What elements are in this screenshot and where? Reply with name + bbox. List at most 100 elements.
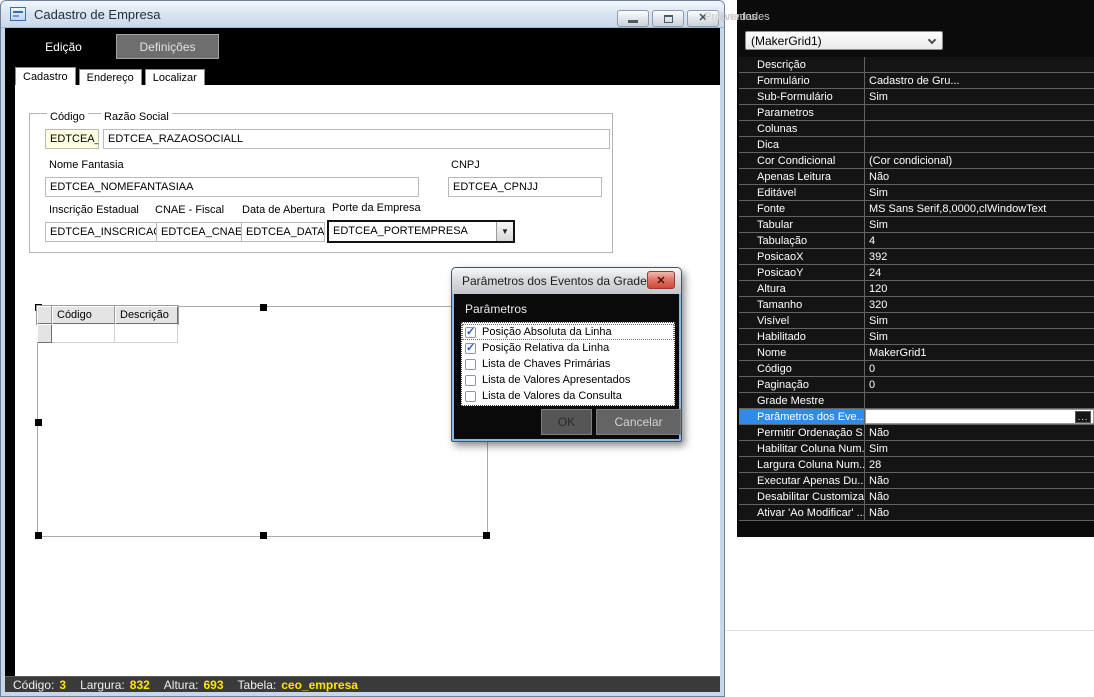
- property-value-cell[interactable]: ...: [865, 409, 1094, 424]
- property-row[interactable]: Nome MakerGrid1 ...: [739, 345, 1094, 361]
- property-row[interactable]: Formulário Cadastro de Gru... ...: [739, 73, 1094, 89]
- property-name-cell[interactable]: Visível: [739, 313, 865, 328]
- property-row[interactable]: Tabular Sim ...: [739, 217, 1094, 233]
- property-row[interactable]: Parâmetros dos Eve... ...: [739, 409, 1094, 425]
- property-name-cell[interactable]: Formulário: [739, 73, 865, 88]
- property-value-cell[interactable]: ...: [865, 57, 1094, 72]
- parameter-option[interactable]: Lista de Valores da Consulta: [462, 388, 674, 404]
- property-value-cell[interactable]: (Cor condicional) ...: [865, 153, 1094, 168]
- page-tab[interactable]: Cadastro: [15, 67, 76, 85]
- property-name-cell[interactable]: Habilitado: [739, 329, 865, 344]
- cancel-button[interactable]: Cancelar: [596, 409, 681, 435]
- property-row[interactable]: Descrição ...: [739, 57, 1094, 73]
- property-value-cell[interactable]: 4 ...: [865, 233, 1094, 248]
- property-value-cell[interactable]: Sim ...: [865, 329, 1094, 344]
- property-row[interactable]: Fonte MS Sans Serif,8,0000,clWindowText …: [739, 201, 1094, 217]
- minimize-button[interactable]: [617, 10, 649, 27]
- grid-cell[interactable]: [115, 324, 178, 343]
- parameter-option[interactable]: Lista de Valores Apresentados: [462, 372, 674, 388]
- property-value-cell[interactable]: 24 ...: [865, 265, 1094, 280]
- grid-column-header[interactable]: Código: [52, 306, 115, 324]
- property-row[interactable]: Habilitado Sim ...: [739, 329, 1094, 345]
- selection-handle-se[interactable]: [483, 532, 490, 539]
- property-row[interactable]: PosicaoY 24 ...: [739, 265, 1094, 281]
- dialog-close-button[interactable]: ✕: [647, 271, 675, 289]
- property-value-cell[interactable]: 0 ...: [865, 361, 1094, 376]
- property-value-cell[interactable]: Sim ...: [865, 217, 1094, 232]
- property-row[interactable]: Código 0 ...: [739, 361, 1094, 377]
- property-row[interactable]: Largura Coluna Num... 28 ...: [739, 457, 1094, 473]
- property-row[interactable]: Dica ...: [739, 137, 1094, 153]
- property-row[interactable]: Colunas ...: [739, 121, 1094, 137]
- property-value-cell[interactable]: Sim ...: [865, 441, 1094, 456]
- property-row[interactable]: Apenas Leitura Não ...: [739, 169, 1094, 185]
- property-row[interactable]: Executar Apenas Du... Não ...: [739, 473, 1094, 489]
- combo-porte-empresa[interactable]: EDTCEA_PORTEMPRESA ▼: [327, 220, 515, 243]
- property-row[interactable]: Desabilitar Customiza... Não ...: [739, 489, 1094, 505]
- property-name-cell[interactable]: Paginação: [739, 377, 865, 392]
- property-value-cell[interactable]: Não ...: [865, 489, 1094, 504]
- property-value-cell[interactable]: ...: [865, 105, 1094, 120]
- checkbox-icon[interactable]: [465, 343, 476, 354]
- checkbox-icon[interactable]: [465, 391, 476, 402]
- property-value-cell[interactable]: 392 ...: [865, 249, 1094, 264]
- property-name-cell[interactable]: PosicaoY: [739, 265, 865, 280]
- property-row[interactable]: Tamanho 320 ...: [739, 297, 1094, 313]
- property-row[interactable]: Habilitar Coluna Num... Sim ...: [739, 441, 1094, 457]
- property-row[interactable]: Cor Condicional (Cor condicional) ...: [739, 153, 1094, 169]
- maker-grid-widget[interactable]: CódigoDescrição: [37, 306, 178, 343]
- property-value-cell[interactable]: ...: [865, 393, 1094, 408]
- selection-handle-n[interactable]: [260, 304, 267, 311]
- input-nome-fantasia[interactable]: EDTCEA_NOMEFANTASIAA: [45, 177, 419, 197]
- property-row[interactable]: Paginação 0 ...: [739, 377, 1094, 393]
- input-codigo[interactable]: EDTCEA_C: [45, 129, 99, 149]
- property-name-cell[interactable]: Dica: [739, 137, 865, 152]
- property-name-cell[interactable]: Executar Apenas Du...: [739, 473, 865, 488]
- property-value-cell[interactable]: Não ...: [865, 425, 1094, 440]
- checkbox-icon[interactable]: [465, 375, 476, 386]
- property-row[interactable]: Altura 120 ...: [739, 281, 1094, 297]
- property-name-cell[interactable]: PosicaoX: [739, 249, 865, 264]
- property-row[interactable]: PosicaoX 392 ...: [739, 249, 1094, 265]
- property-value-cell[interactable]: MS Sans Serif,8,0000,clWindowText ...: [865, 201, 1094, 216]
- component-selector-combo[interactable]: (MakerGrid1): [745, 31, 943, 50]
- input-razao-social[interactable]: EDTCEA_RAZAOSOCIALL: [103, 129, 610, 149]
- property-name-cell[interactable]: Parâmetros dos Eve...: [739, 409, 865, 424]
- selection-handle-s[interactable]: [260, 532, 267, 539]
- property-value-cell[interactable]: Não ...: [865, 505, 1094, 520]
- property-row[interactable]: Tabulação 4 ...: [739, 233, 1094, 249]
- property-name-cell[interactable]: Código: [739, 361, 865, 376]
- property-name-cell[interactable]: Apenas Leitura: [739, 169, 865, 184]
- property-name-cell[interactable]: Tabular: [739, 217, 865, 232]
- parameter-option[interactable]: Posição Absoluta da Linha: [462, 324, 674, 340]
- property-value-cell[interactable]: ...: [865, 121, 1094, 136]
- property-value-cell[interactable]: Sim ...: [865, 313, 1094, 328]
- input-cnpj[interactable]: EDTCEA_CPNJJ: [448, 177, 602, 197]
- parameter-option[interactable]: Lista de Chaves Primárias: [462, 356, 674, 372]
- property-value-cell[interactable]: ...: [865, 137, 1094, 152]
- window-titlebar[interactable]: Cadastro de Empresa ✕: [1, 1, 724, 28]
- selection-handle-w[interactable]: [35, 419, 42, 426]
- menu-button-edicao[interactable]: Edição: [11, 34, 116, 59]
- input-inscricao-estadual[interactable]: EDTCEA_INSCRICAOESTA: [45, 222, 165, 242]
- property-name-cell[interactable]: Tamanho: [739, 297, 865, 312]
- property-row[interactable]: Parametros ...: [739, 105, 1094, 121]
- grid-row-selector[interactable]: [37, 324, 52, 343]
- property-name-cell[interactable]: Altura: [739, 281, 865, 296]
- checkbox-icon[interactable]: [465, 327, 476, 338]
- input-cnae-fiscal[interactable]: EDTCEA_CNAE: [156, 222, 242, 242]
- property-name-cell[interactable]: Cor Condicional: [739, 153, 865, 168]
- property-name-cell[interactable]: Descrição: [739, 57, 865, 72]
- property-value-cell[interactable]: Não ...: [865, 169, 1094, 184]
- checkbox-icon[interactable]: [465, 359, 476, 370]
- property-value-cell[interactable]: 320 ...: [865, 297, 1094, 312]
- property-row[interactable]: Editável Sim ...: [739, 185, 1094, 201]
- property-name-cell[interactable]: Tabulação: [739, 233, 865, 248]
- property-value-cell[interactable]: Sim ...: [865, 185, 1094, 200]
- selection-handle-sw[interactable]: [35, 532, 42, 539]
- property-row[interactable]: Sub-Formulário Sim ...: [739, 89, 1094, 105]
- menu-button-definicoes[interactable]: Definições: [116, 34, 219, 59]
- property-name-cell[interactable]: Permitir Ordenação S...: [739, 425, 865, 440]
- grid-column-header[interactable]: Descrição: [115, 306, 178, 324]
- property-name-cell[interactable]: Ativar 'Ao Modificar' ...: [739, 505, 865, 520]
